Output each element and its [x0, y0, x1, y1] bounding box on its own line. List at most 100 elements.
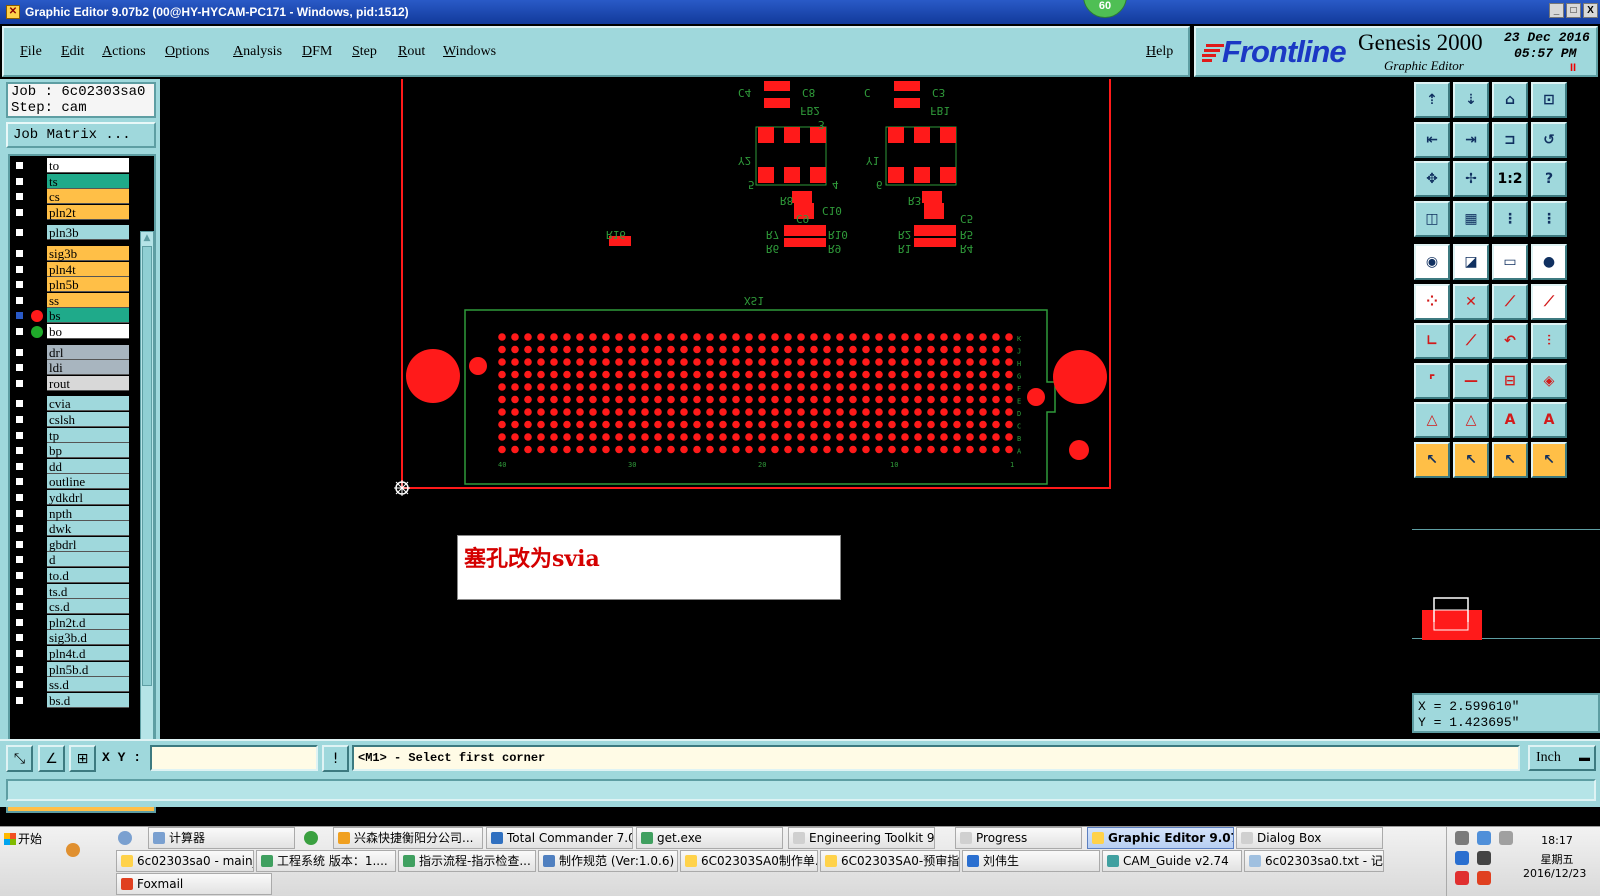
layer-checkbox[interactable]: [14, 310, 25, 322]
layer-checkbox[interactable]: [14, 507, 25, 519]
layer-checkbox[interactable]: [14, 601, 25, 613]
layer-checkbox[interactable]: [14, 663, 25, 675]
menu-step[interactable]: Step: [352, 44, 377, 60]
layer-name[interactable]: gbdrl: [47, 536, 129, 552]
cross-icon[interactable]: ✕: [1453, 283, 1489, 320]
layer-name[interactable]: to: [47, 158, 129, 173]
taskbar-item-row1-7[interactable]: Dialog Box: [1236, 827, 1383, 849]
layer-name[interactable]: cs: [47, 189, 129, 205]
tray-network-icon[interactable]: [1477, 831, 1491, 845]
layer-row-sig3b-d[interactable]: sig3b.d: [10, 630, 142, 646]
layer-row-gbdrl[interactable]: gbdrl: [10, 536, 142, 552]
layer-row-ldi[interactable]: ldi: [10, 360, 142, 376]
zoom-window-icon[interactable]: ⊡: [1531, 82, 1567, 118]
layer-checkbox[interactable]: [14, 326, 25, 337]
layer-row-pln5b-d[interactable]: pln5b.d: [10, 661, 142, 677]
taskbar-app-icon[interactable]: [66, 843, 80, 857]
taskbar-item-row1-6[interactable]: Graphic Editor 9.07b...: [1087, 827, 1234, 849]
layer-name[interactable]: tp: [47, 427, 129, 443]
layer-checkbox[interactable]: [14, 554, 25, 566]
layer-row-outline[interactable]: outline: [10, 474, 142, 490]
taskbar-item-row2-1[interactable]: 工程系统 版本：1....: [256, 850, 396, 872]
layer-checkbox[interactable]: [14, 279, 25, 291]
layer-row-cs-d[interactable]: cs.d: [10, 599, 142, 615]
zoom-in-icon[interactable]: ⇣: [1453, 82, 1489, 118]
measure-icon[interactable]: ▭: [1492, 244, 1528, 280]
layer-name[interactable]: ldi: [47, 360, 129, 376]
pan-right-icon[interactable]: ⇥: [1453, 121, 1489, 158]
layer-scrollbar[interactable]: ▲ ▼: [140, 231, 154, 791]
layer-name[interactable]: dd: [47, 458, 129, 474]
layer-name[interactable]: pln5b: [47, 277, 129, 293]
layer-checkbox[interactable]: [14, 429, 25, 441]
layer-row-pln5b[interactable]: pln5b: [10, 277, 142, 293]
layer-row-ts[interactable]: ts: [10, 173, 142, 189]
layer-name[interactable]: bs.d: [47, 692, 129, 708]
layer-name[interactable]: to.d: [47, 568, 129, 583]
layer-checkbox[interactable]: [14, 460, 25, 472]
layer-row-pln2t[interactable]: pln2t: [10, 204, 142, 220]
layer-checkbox[interactable]: [14, 248, 25, 259]
layer-name[interactable]: pln4t.d: [47, 646, 129, 661]
layer-checkbox[interactable]: [14, 206, 25, 218]
layer-checkbox[interactable]: [14, 492, 25, 503]
line-icon[interactable]: ⟋: [1492, 283, 1528, 320]
minimize-button[interactable]: _: [1549, 3, 1564, 18]
layer-name[interactable]: bo: [47, 324, 129, 339]
select-poly-icon[interactable]: ↖: [1492, 441, 1528, 478]
layer-checkbox[interactable]: [14, 694, 25, 706]
info-icon[interactable]: !: [322, 745, 349, 772]
menu-file[interactable]: File: [20, 44, 42, 60]
layer-row-d[interactable]: d: [10, 552, 142, 568]
select-icon[interactable]: ↖: [1414, 441, 1450, 478]
taskbar-item-row3-0[interactable]: Foxmail: [116, 873, 272, 895]
layer-row-bs[interactable]: bs ▫: [10, 308, 142, 324]
layer-row-bp[interactable]: bp: [10, 443, 142, 459]
redraw-icon[interactable]: ↺: [1531, 121, 1567, 158]
layer-checkbox[interactable]: [14, 616, 25, 628]
grid-snap-icon[interactable]: ⊞: [69, 745, 96, 772]
layer-checkbox[interactable]: [14, 398, 25, 410]
layer-row-npth[interactable]: npth: [10, 505, 142, 521]
layer-row-tp[interactable]: tp: [10, 427, 142, 443]
layer-name[interactable]: ydkdrl: [47, 490, 129, 505]
layer-row-pln4t[interactable]: pln4t: [10, 261, 142, 277]
taskbar-item-row2-8[interactable]: 6c02303sa0.txt - 记...: [1244, 850, 1384, 872]
layer-checkbox[interactable]: [14, 632, 25, 644]
taskbar-item-row1-1[interactable]: 兴森快捷衡阳分公司...: [333, 827, 483, 849]
tray-clock[interactable]: 18:17 星期五: [1527, 833, 1587, 868]
unit-selector[interactable]: Inch ▬: [1528, 745, 1596, 771]
layer-checkbox[interactable]: [14, 414, 25, 425]
taskbar-item-row2-2[interactable]: 指示流程-指示检查...: [398, 850, 536, 872]
tray-volume-icon[interactable]: [1477, 851, 1491, 865]
menu-help[interactable]: Help: [1146, 44, 1173, 60]
zoom-to-fit-icon[interactable]: ⊐: [1492, 121, 1528, 158]
layer-row-dwk[interactable]: dwk: [10, 521, 142, 537]
layer-checkbox[interactable]: [14, 227, 25, 239]
layer-name[interactable]: bp: [47, 443, 129, 459]
job-matrix-button[interactable]: Job Matrix ...: [6, 122, 156, 148]
taskbar-item-row2-7[interactable]: CAM_Guide v2.74: [1102, 850, 1242, 872]
triangle-up-icon[interactable]: △: [1453, 402, 1489, 438]
taskbar-pin-tool-icon[interactable]: [118, 831, 132, 845]
line-red-icon[interactable]: —: [1453, 362, 1489, 399]
layer-name[interactable]: ts.d: [47, 583, 129, 599]
layer-row-drl[interactable]: drl: [10, 344, 142, 360]
layer-row-to-d[interactable]: to.d ✎: [10, 568, 142, 583]
taskbar-item-row1-3[interactable]: get.exe: [636, 827, 783, 849]
layer-name[interactable]: ss: [47, 292, 129, 308]
text-a-icon[interactable]: A: [1492, 402, 1528, 438]
layer-row-pln3b[interactable]: pln3b: [10, 225, 142, 241]
menu-rout[interactable]: Rout: [398, 44, 425, 60]
close-button[interactable]: X: [1583, 3, 1598, 18]
erase-icon[interactable]: ◪: [1453, 244, 1489, 280]
taskbar-item-row2-0[interactable]: 6c02303sa0 - main_qa: [116, 850, 254, 872]
tray-alert-icon[interactable]: [1455, 871, 1469, 885]
layer-checkbox[interactable]: [14, 585, 25, 597]
menu-dfm[interactable]: DFM: [302, 44, 332, 60]
layer-row-ss[interactable]: ss: [10, 292, 142, 308]
layer-row-ss-d[interactable]: ss.d: [10, 677, 142, 693]
layer-status-dot[interactable]: [31, 310, 43, 323]
layer-name[interactable]: ss.d: [47, 677, 129, 693]
scale-1-2-icon[interactable]: 1:2: [1492, 161, 1528, 197]
